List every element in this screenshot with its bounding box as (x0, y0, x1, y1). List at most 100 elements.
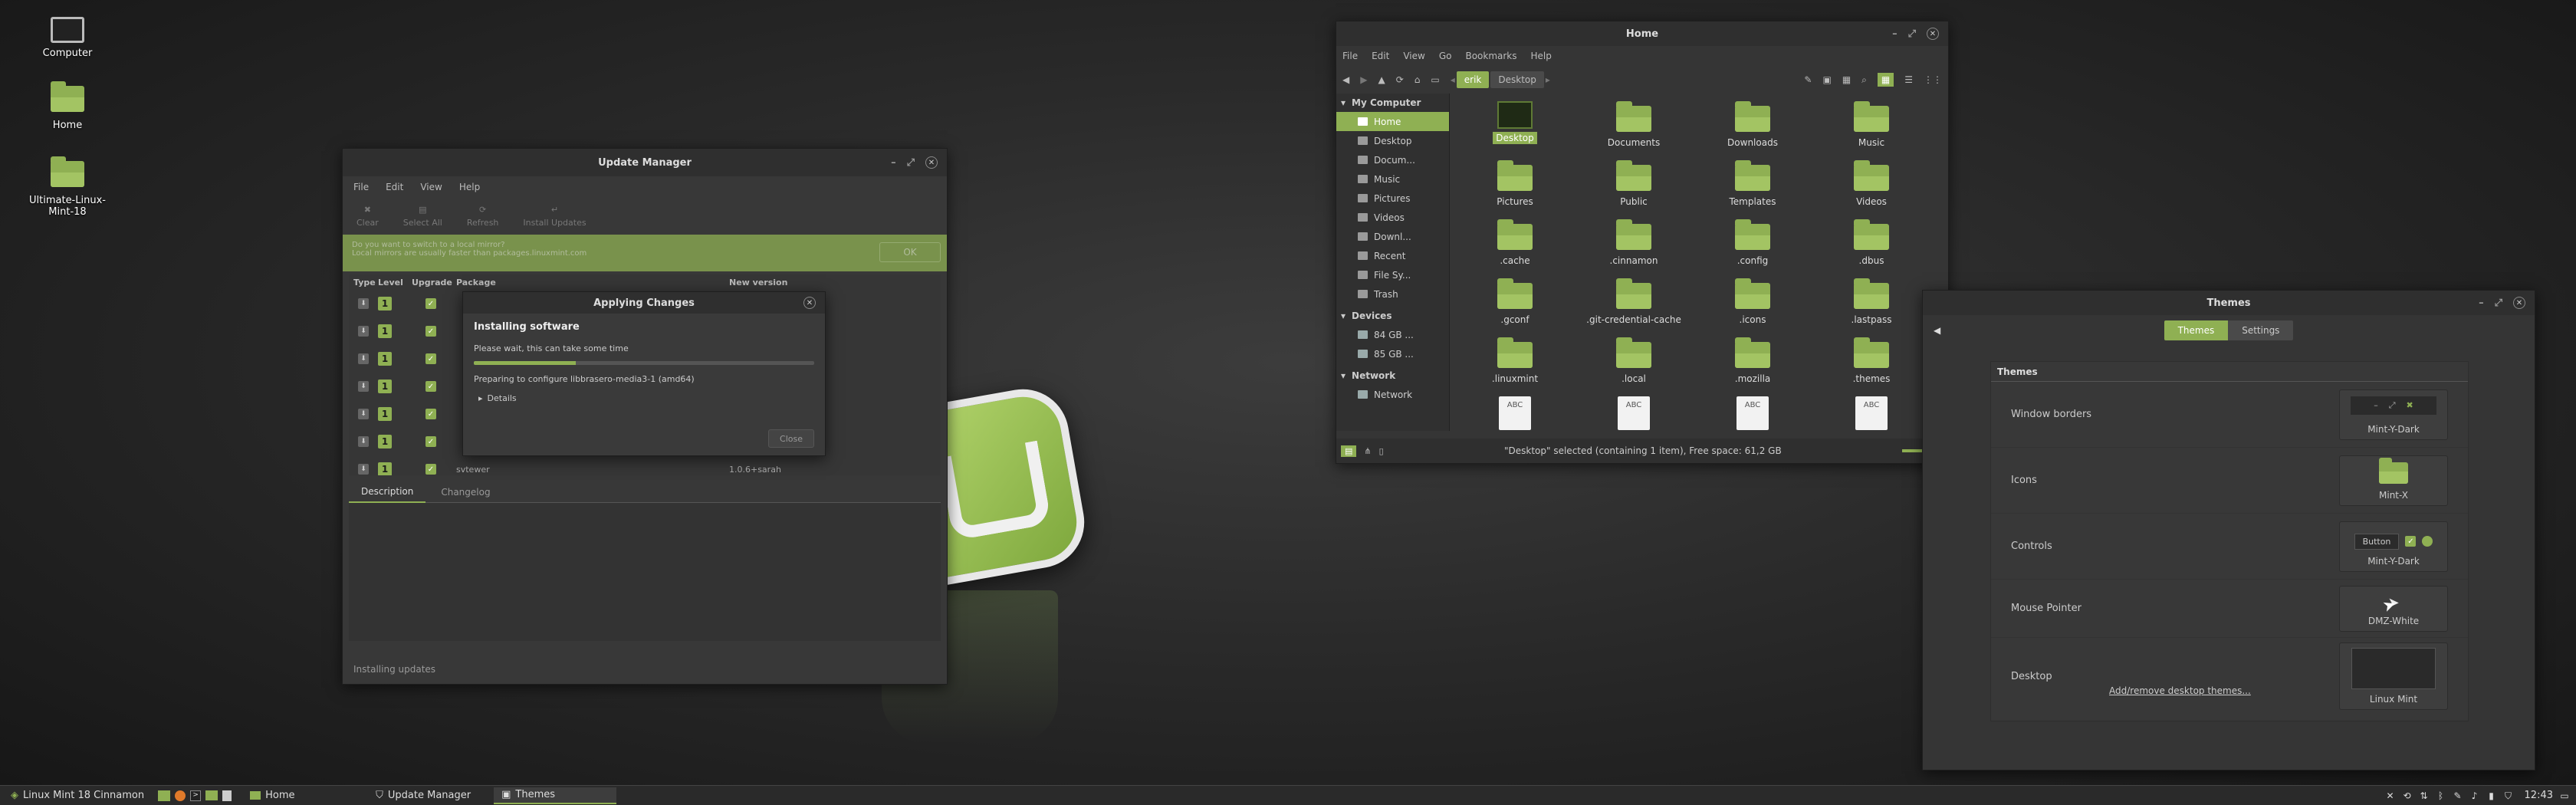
firefox-icon[interactable] (175, 790, 186, 801)
folder-item[interactable]: .linuxmint (1457, 337, 1572, 384)
close-icon[interactable]: ✕ (925, 156, 938, 169)
tree-toggle-icon[interactable]: ⋔ (1364, 446, 1371, 456)
desktop-icon-computer[interactable]: Computer (18, 17, 117, 59)
new-folder-icon[interactable]: ▦ (1842, 74, 1851, 85)
folder-item[interactable]: .cache (1457, 219, 1572, 266)
sidebar-item-4[interactable]: Pictures (1336, 189, 1449, 208)
folder-item[interactable]: Music (1814, 101, 1929, 148)
text-file-item[interactable]: ABC (1457, 396, 1572, 430)
breadcrumb-right-icon[interactable]: ▸ (1546, 74, 1550, 85)
text-file-item[interactable]: ABC (1695, 396, 1810, 430)
computer-icon[interactable]: ▭ (1431, 74, 1439, 85)
forward-icon[interactable]: ▶ (1360, 74, 1367, 85)
folder-item[interactable]: Public (1576, 160, 1691, 207)
add-remove-link[interactable]: Add/remove desktop themes... (2109, 685, 2251, 696)
upgrade-checkbox[interactable]: ✓ (426, 298, 436, 309)
network-tray-icon[interactable]: ⇅ (2419, 790, 2430, 801)
clock[interactable]: 12:43 (2525, 790, 2553, 801)
pen-tray-icon[interactable]: ✎ (2453, 790, 2463, 801)
icon-view-icon[interactable]: ▦ (1877, 73, 1894, 87)
maximize-icon[interactable]: ⤢ (1908, 28, 1916, 40)
sidebar-item-7[interactable]: Recent (1336, 246, 1449, 265)
back-icon[interactable]: ◀ (1342, 74, 1349, 85)
battery-icon[interactable]: ▮ (2486, 790, 2497, 801)
terminal-icon[interactable]: > (190, 790, 202, 801)
menu-file[interactable]: File (1342, 51, 1358, 61)
maximize-icon[interactable]: ⤢ (907, 157, 915, 169)
files-titlebar[interactable]: Home – ⤢ ✕ (1336, 21, 1948, 46)
bluetooth-tray-icon[interactable]: ᛒ (2436, 790, 2446, 801)
folder-item[interactable]: .config (1695, 219, 1810, 266)
folder-item[interactable]: .icons (1695, 278, 1810, 325)
upgrade-checkbox[interactable]: ✓ (426, 353, 436, 364)
desktop-icon-home[interactable]: Home (18, 81, 117, 131)
text-file-item[interactable]: ABC (1576, 396, 1691, 430)
text-file-item[interactable]: ABC (1814, 396, 1929, 430)
menu-button[interactable]: ◈ Linux Mint 18 Cinnamon (3, 787, 152, 804)
refresh-button[interactable]: ⟳ Refresh (467, 205, 499, 228)
folder-item[interactable]: Templates (1695, 160, 1810, 207)
update-manager-titlebar[interactable]: Update Manager – ⤢ ✕ (343, 149, 947, 176)
upgrade-checkbox[interactable]: ✓ (426, 326, 436, 337)
menu-edit[interactable]: Edit (1372, 51, 1389, 61)
select-all-button[interactable]: ▤ Select All (403, 205, 442, 228)
sidebar-section-devices[interactable]: ▾ Devices (1336, 307, 1449, 325)
minimize-icon[interactable]: – (2479, 297, 2484, 309)
sidebar-section-network[interactable]: ▾ Network (1336, 366, 1449, 385)
menu-help[interactable]: Help (459, 182, 480, 192)
sidebar-item-6[interactable]: Downl... (1336, 227, 1449, 246)
close-icon[interactable]: ✕ (2513, 297, 2525, 309)
folder-item[interactable]: Documents (1576, 101, 1691, 148)
folder-item[interactable]: Videos (1814, 160, 1929, 207)
show-desktop-icon[interactable] (158, 790, 171, 801)
workspace-icon[interactable]: ▭ (2559, 790, 2570, 801)
taskbar-update-manager[interactable]: ⛉ Update Manager (368, 787, 491, 804)
close-tray-icon[interactable]: ✕ (2385, 790, 2396, 801)
menu-view[interactable]: View (420, 182, 442, 192)
search-icon[interactable]: ⌕ (1861, 74, 1867, 86)
close-icon[interactable]: ✕ (1927, 28, 1939, 40)
install-updates-button[interactable]: ↵ Install Updates (523, 205, 586, 228)
dialog-close-button[interactable]: Close (768, 429, 814, 448)
sidebar-item-device-2[interactable]: 85 GB ... (1336, 344, 1449, 363)
sidebar-item-9[interactable]: Trash (1336, 284, 1449, 304)
home-icon[interactable]: ⌂ (1414, 74, 1421, 85)
sidebar-item-0[interactable]: Home (1336, 112, 1449, 131)
tab-changelog[interactable]: Changelog (429, 482, 502, 502)
folder-item[interactable]: .git-credential-cache (1576, 278, 1691, 325)
sidebar-item-5[interactable]: Videos (1336, 208, 1449, 227)
taskbar-home[interactable]: Home (242, 787, 365, 804)
breadcrumb-left-icon[interactable]: ◂ (1451, 74, 1455, 85)
table-row[interactable]: ⬇ 1 ✓ svtewer 1.0.6+sarah (349, 455, 941, 475)
list-view-icon[interactable]: ☰ (1904, 74, 1913, 85)
menu-help[interactable]: Help (1531, 51, 1552, 61)
update-tray-icon[interactable]: ⟲ (2402, 790, 2413, 801)
files-icon[interactable] (205, 790, 219, 800)
places-toggle-icon[interactable]: ▤ (1341, 445, 1357, 457)
sidebar-section-mycomputer[interactable]: ▾ My Computer (1336, 94, 1449, 112)
menu-go[interactable]: Go (1439, 51, 1452, 61)
folder-item[interactable]: .lastpass (1814, 278, 1929, 325)
sidebar-item-1[interactable]: Desktop (1336, 131, 1449, 150)
folder-item[interactable]: Pictures (1457, 160, 1572, 207)
upgrade-checkbox[interactable]: ✓ (426, 436, 436, 447)
compact-view-icon[interactable]: ⋮⋮ (1924, 74, 1942, 85)
maximize-icon[interactable]: ⤢ (2495, 297, 2502, 309)
menu-view[interactable]: View (1403, 51, 1424, 61)
close-icon[interactable]: ✕ (803, 297, 816, 309)
dialog-titlebar[interactable]: Applying Changes ✕ (463, 292, 825, 314)
menu-bookmarks[interactable]: Bookmarks (1465, 51, 1516, 61)
terminal-icon[interactable]: ▣ (1822, 74, 1831, 85)
desktop-icon-ultimate[interactable]: Ultimate-Linux-Mint-18 (18, 156, 117, 218)
folder-item[interactable]: .mozilla (1695, 337, 1810, 384)
folder-item[interactable]: .dbus (1814, 219, 1929, 266)
hide-sidebar-icon[interactable]: ▯ (1379, 446, 1384, 456)
themes-titlebar[interactable]: Themes – ⤢ ✕ (1923, 291, 2535, 315)
menu-edit[interactable]: Edit (386, 182, 403, 192)
sidebar-item-2[interactable]: Docum... (1336, 150, 1449, 169)
folder-item[interactable]: .cinnamon (1576, 219, 1691, 266)
icons-chooser[interactable]: Mint-X (2339, 455, 2448, 506)
banner-ok-button[interactable]: OK (879, 242, 941, 262)
menu-file[interactable]: File (353, 182, 369, 192)
sidebar-item-network[interactable]: Network (1336, 385, 1449, 404)
